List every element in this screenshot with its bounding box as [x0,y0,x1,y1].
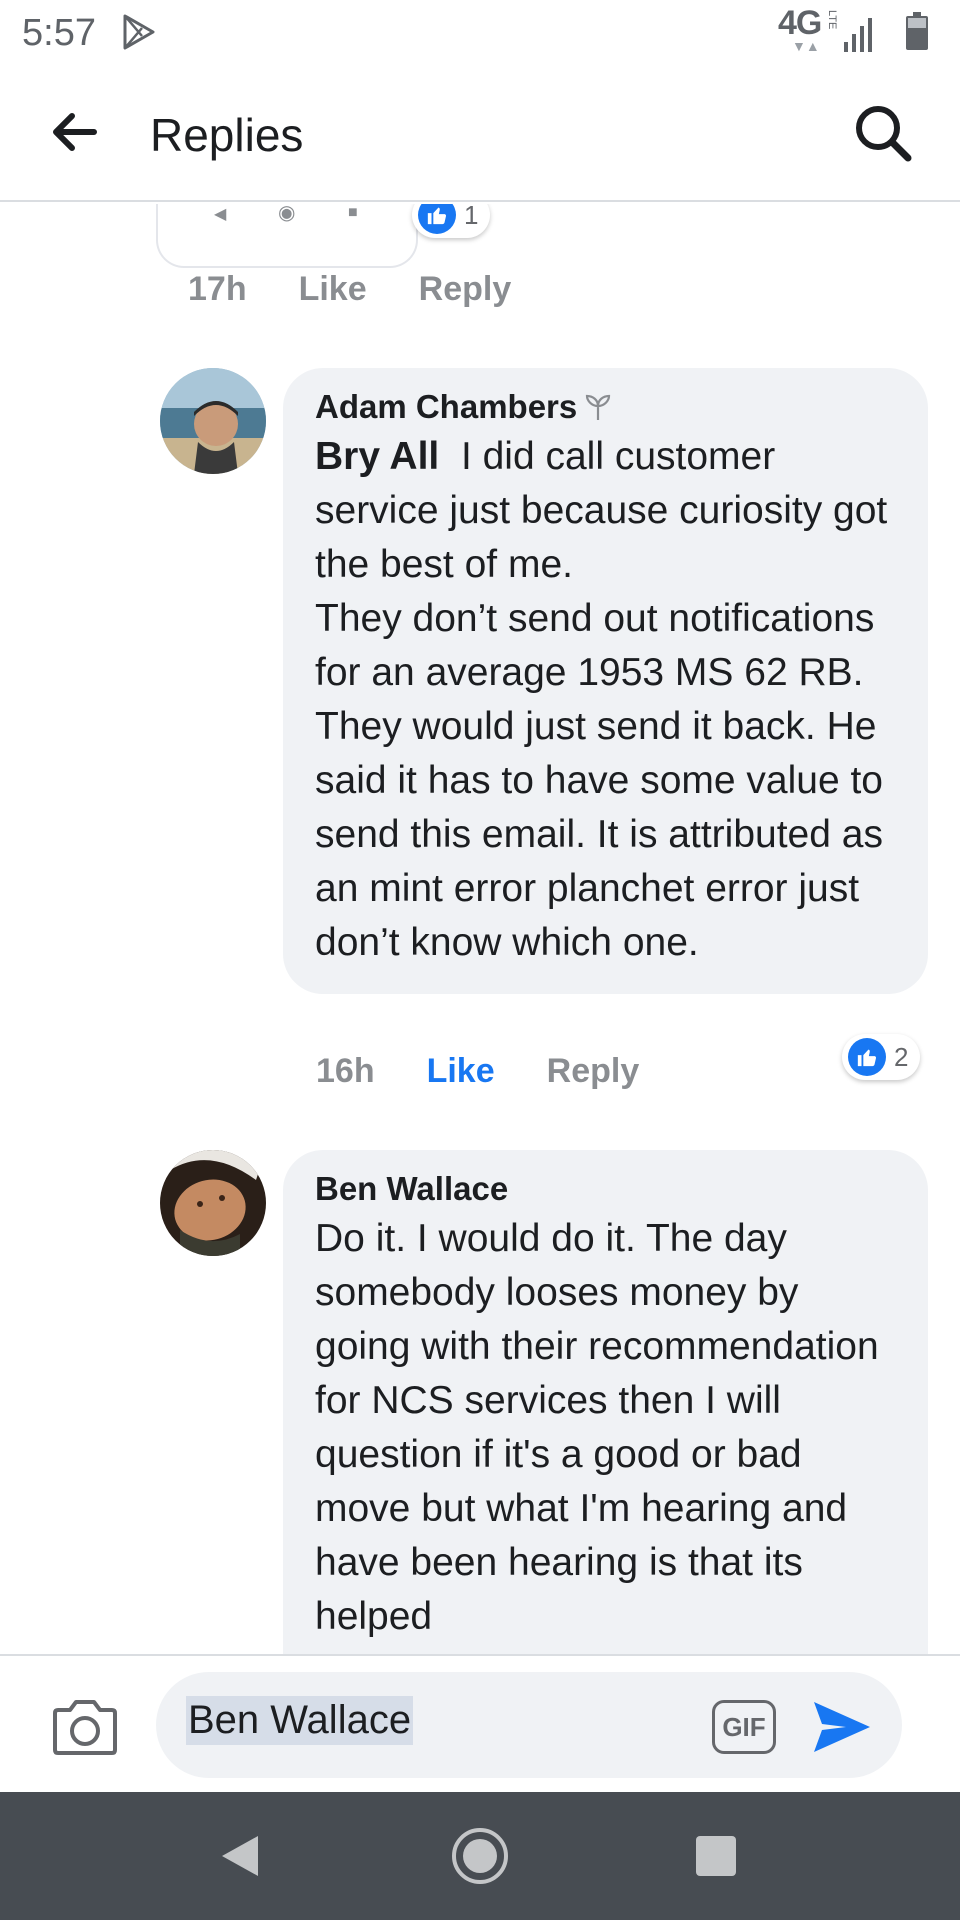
avatar-photo [160,1150,266,1256]
status-time: 5:57 [22,12,96,54]
play-store-icon [123,14,155,50]
avatar[interactable] [160,1150,266,1256]
like-button[interactable]: Like [299,270,367,309]
comment-bubble[interactable]: Adam Chambers Bry All I did call custome… [283,368,928,994]
page-title: Replies [150,109,304,161]
battery-icon [906,12,928,50]
sprout-icon [586,394,611,420]
previous-comment-actions: 17h Like Reply [188,270,511,309]
mention-link[interactable]: Bry All [315,435,439,478]
comment-body: I did call customer service just because… [315,435,888,964]
comment-input[interactable]: Ben Wallace GIF [156,1672,902,1778]
nav-recent-apps-icon[interactable] [696,1836,736,1876]
comment-bubble[interactable]: Ben Wallace Do it. I would do it. The da… [283,1150,928,1654]
avatar-photo [160,368,266,474]
reply-button[interactable]: Reply [547,1052,640,1091]
send-icon[interactable] [810,1696,874,1758]
like-reaction-icon [848,1038,886,1076]
status-bar: 5:57 4G LTE ▼▲ [0,0,960,64]
nav-home-icon[interactable] [450,1826,510,1886]
comment-author[interactable]: Adam Chambers [315,388,577,426]
reply-button[interactable]: Reply [419,270,512,309]
comment-timestamp: 17h [188,270,247,308]
gif-icon[interactable]: GIF [712,1700,776,1754]
search-icon[interactable] [852,102,914,164]
media-recent-icon: ■ [348,204,358,221]
avatar[interactable] [160,368,266,474]
app-bar: Replies [0,64,960,202]
comment-composer: Ben Wallace GIF [0,1654,960,1792]
comment-timestamp: 16h [316,1052,375,1090]
comment-input-value[interactable]: Ben Wallace [186,1696,414,1745]
nav-back-icon[interactable] [218,1832,262,1880]
system-navigation-bar [0,1792,960,1920]
network-lte-label: LTE [826,10,838,30]
like-reaction-icon [418,204,456,234]
previous-comment-reactions[interactable]: 1 [412,204,491,238]
comment-author-row: Adam Chambers [315,388,896,426]
reaction-count: 2 [894,1041,909,1072]
network-arrows-icon: ▼▲ [792,38,820,54]
replies-thread[interactable]: ◀ ◉ ■ 1 17h Like Reply Adam Chambers Bry… [0,204,960,1654]
comment-author-row: Ben Wallace [315,1170,896,1208]
reaction-count: 1 [464,204,479,230]
media-back-icon: ◀ [214,206,227,223]
camera-icon[interactable] [52,1696,118,1756]
comment-reactions[interactable]: 2 [842,1034,921,1080]
previous-comment-media[interactable]: ◀ ◉ ■ [156,204,418,268]
comment-author[interactable]: Ben Wallace [315,1170,508,1208]
comment-actions: 16h Like Reply [316,1052,639,1091]
like-button[interactable]: Like [427,1052,495,1091]
back-arrow-icon[interactable] [46,104,102,160]
media-home-icon: ◉ [278,204,296,224]
signal-icon [844,18,872,52]
comment-text: Bry All I did call customer service just… [315,430,896,970]
comment-body: Do it. I would do it. The day somebody l… [315,1217,879,1638]
